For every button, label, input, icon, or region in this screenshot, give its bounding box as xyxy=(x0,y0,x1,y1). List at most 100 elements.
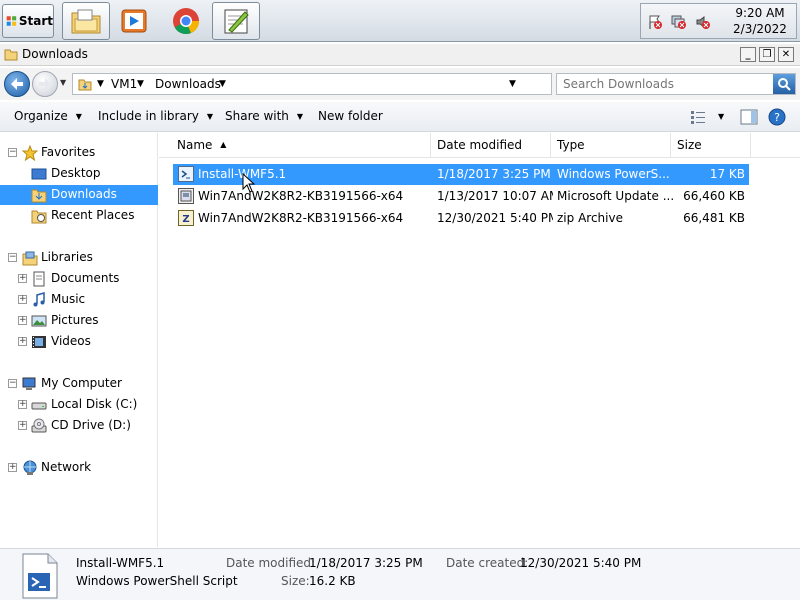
include-in-library-menu[interactable]: Include in library ▼ xyxy=(98,109,213,123)
expand-icon[interactable]: + xyxy=(18,421,27,430)
help-icon[interactable]: ? xyxy=(768,108,786,126)
nav-libraries[interactable]: − Libraries xyxy=(0,248,158,268)
collapse-icon[interactable]: − xyxy=(8,379,17,388)
documents-icon xyxy=(33,271,45,287)
expand-icon[interactable]: + xyxy=(8,463,17,472)
minimize-button[interactable]: _ xyxy=(740,47,756,62)
clock-time[interactable]: 9:20 AM xyxy=(725,6,795,20)
file-type: Microsoft Update ... xyxy=(557,189,673,203)
file-row[interactable]: Z Win7AndW2K8R2-KB3191566-x64 12/30/2021… xyxy=(173,208,749,229)
forward-button[interactable] xyxy=(32,71,58,97)
clock-date[interactable]: 2/3/2022 xyxy=(725,22,795,36)
expand-icon[interactable]: + xyxy=(18,337,27,346)
address-field[interactable]: ▼ VM1 ▼ Downloads ▼ ▼ ⇄ xyxy=(72,73,621,95)
file-list-pane: Name ▲ Date modified Type Size Install-W… xyxy=(159,133,800,547)
breadcrumb-chevron-icon[interactable]: ▼ xyxy=(137,79,144,89)
organize-label: Organize xyxy=(14,109,68,123)
expand-icon[interactable]: + xyxy=(18,274,27,283)
collapse-icon[interactable]: − xyxy=(8,148,17,157)
drive-icon xyxy=(31,402,47,410)
restore-button[interactable]: ❐ xyxy=(759,47,775,62)
preview-pane-icon[interactable] xyxy=(740,109,758,125)
nav-my-computer[interactable]: − My Computer xyxy=(0,374,158,394)
music-icon xyxy=(33,292,45,307)
collapse-icon[interactable]: − xyxy=(8,253,17,262)
new-folder-button[interactable]: New folder xyxy=(318,109,383,123)
view-options-icon[interactable] xyxy=(690,110,706,124)
nav-item-documents[interactable]: + Documents xyxy=(0,269,158,289)
file-size: 17 KB xyxy=(709,167,745,181)
nav-item-cd-drive[interactable]: + CD Drive (D:) xyxy=(0,416,158,436)
network-disconnected-icon[interactable] xyxy=(671,14,687,30)
chrome-icon xyxy=(173,8,199,35)
file-row[interactable]: Install-WMF5.1 1/18/2017 3:25 PM Windows… xyxy=(173,164,749,185)
nav-item-label: Videos xyxy=(51,334,91,348)
nav-item-videos[interactable]: + Videos xyxy=(0,332,158,352)
organize-menu[interactable]: Organize ▼ xyxy=(14,109,82,123)
search-button[interactable] xyxy=(773,74,795,94)
nav-network-label: Network xyxy=(41,460,92,474)
expand-icon[interactable]: + xyxy=(18,400,27,409)
taskbar-chrome-button[interactable] xyxy=(162,2,210,40)
file-type: zip Archive xyxy=(557,211,623,225)
window-title: Downloads xyxy=(22,47,88,61)
details-pane: Install-WMF5.1 Windows PowerShell Script… xyxy=(0,548,800,600)
column-header-date-modified[interactable]: Date modified xyxy=(431,133,551,158)
file-row[interactable]: Win7AndW2K8R2-KB3191566-x64 1/13/2017 10… xyxy=(173,186,749,207)
column-header-type[interactable]: Type xyxy=(551,133,671,158)
taskbar-explorer-button[interactable] xyxy=(62,2,110,40)
nav-item-downloads[interactable]: Downloads xyxy=(0,185,158,205)
start-label: Start xyxy=(18,14,53,28)
address-history-chevron-down-icon[interactable]: ▼ xyxy=(509,79,516,89)
windows-logo-icon xyxy=(6,16,17,26)
breadcrumb-downloads[interactable]: Downloads xyxy=(155,77,221,91)
start-button[interactable]: Start xyxy=(2,4,54,38)
expand-icon[interactable]: + xyxy=(18,295,27,304)
breadcrumb-chevron-icon[interactable]: ▼ xyxy=(97,79,104,89)
nav-item-music[interactable]: + Music xyxy=(0,290,158,310)
file-type: Windows PowerS... xyxy=(557,167,670,181)
details-size-label: Size: xyxy=(281,574,310,588)
volume-muted-icon[interactable] xyxy=(695,14,711,30)
file-date: 1/18/2017 3:25 PM xyxy=(437,167,551,181)
breadcrumb-chevron-icon[interactable]: ▼ xyxy=(219,79,226,89)
system-tray: 9:20 AM 2/3/2022 xyxy=(640,3,797,39)
file-date: 12/30/2021 5:40 PM xyxy=(437,211,553,225)
powershell-script-icon xyxy=(178,166,194,182)
nav-item-desktop[interactable]: Desktop xyxy=(0,164,158,184)
file-size: 66,481 KB xyxy=(683,211,745,225)
back-button[interactable] xyxy=(4,71,30,97)
nav-item-local-disk[interactable]: + Local Disk (C:) xyxy=(0,395,158,415)
nav-item-recent-places[interactable]: Recent Places xyxy=(0,206,158,226)
nav-item-label: Downloads xyxy=(51,187,117,201)
nav-item-label: CD Drive (D:) xyxy=(51,418,131,432)
star-icon xyxy=(22,145,38,161)
svg-text:?: ? xyxy=(774,111,780,124)
action-center-flag-icon[interactable] xyxy=(647,14,663,30)
command-bar: Organize ▼ Include in library ▼ Share with… xyxy=(0,102,800,132)
nav-item-pictures[interactable]: + Pictures xyxy=(0,311,158,331)
nav-network[interactable]: + Network xyxy=(0,458,158,478)
expand-icon[interactable]: + xyxy=(18,316,27,325)
nav-item-label: Recent Places xyxy=(51,208,135,222)
close-button[interactable]: ✕ xyxy=(778,47,794,62)
arrow-right-icon xyxy=(39,78,51,90)
details-date-created: 12/30/2021 5:40 PM xyxy=(520,556,642,570)
nav-favorites[interactable]: − Favorites xyxy=(0,143,158,163)
view-chevron-down-icon[interactable]: ▼ xyxy=(718,112,724,121)
taskbar-media-button[interactable] xyxy=(110,2,158,40)
search-box[interactable] xyxy=(556,73,796,95)
column-header-size[interactable]: Size xyxy=(671,133,751,158)
zip-archive-icon: Z xyxy=(178,210,194,226)
taskbar: Start 9:20 AM 2/3/2022 xyxy=(0,0,800,42)
window-title-bar[interactable]: Downloads _ ❐ ✕ xyxy=(0,44,800,66)
nav-item-label: Documents xyxy=(51,271,120,285)
search-input[interactable] xyxy=(563,76,773,92)
breadcrumb-vm1[interactable]: VM1 xyxy=(111,77,137,91)
taskbar-notepad-button[interactable] xyxy=(212,2,260,40)
column-header-name[interactable]: Name ▲ xyxy=(171,133,431,158)
chevron-down-icon: ▼ xyxy=(75,112,82,121)
network-icon xyxy=(23,460,37,475)
share-with-menu[interactable]: Share with ▼ xyxy=(225,109,303,123)
recent-pages-chevron-down-icon[interactable]: ▼ xyxy=(60,78,66,87)
